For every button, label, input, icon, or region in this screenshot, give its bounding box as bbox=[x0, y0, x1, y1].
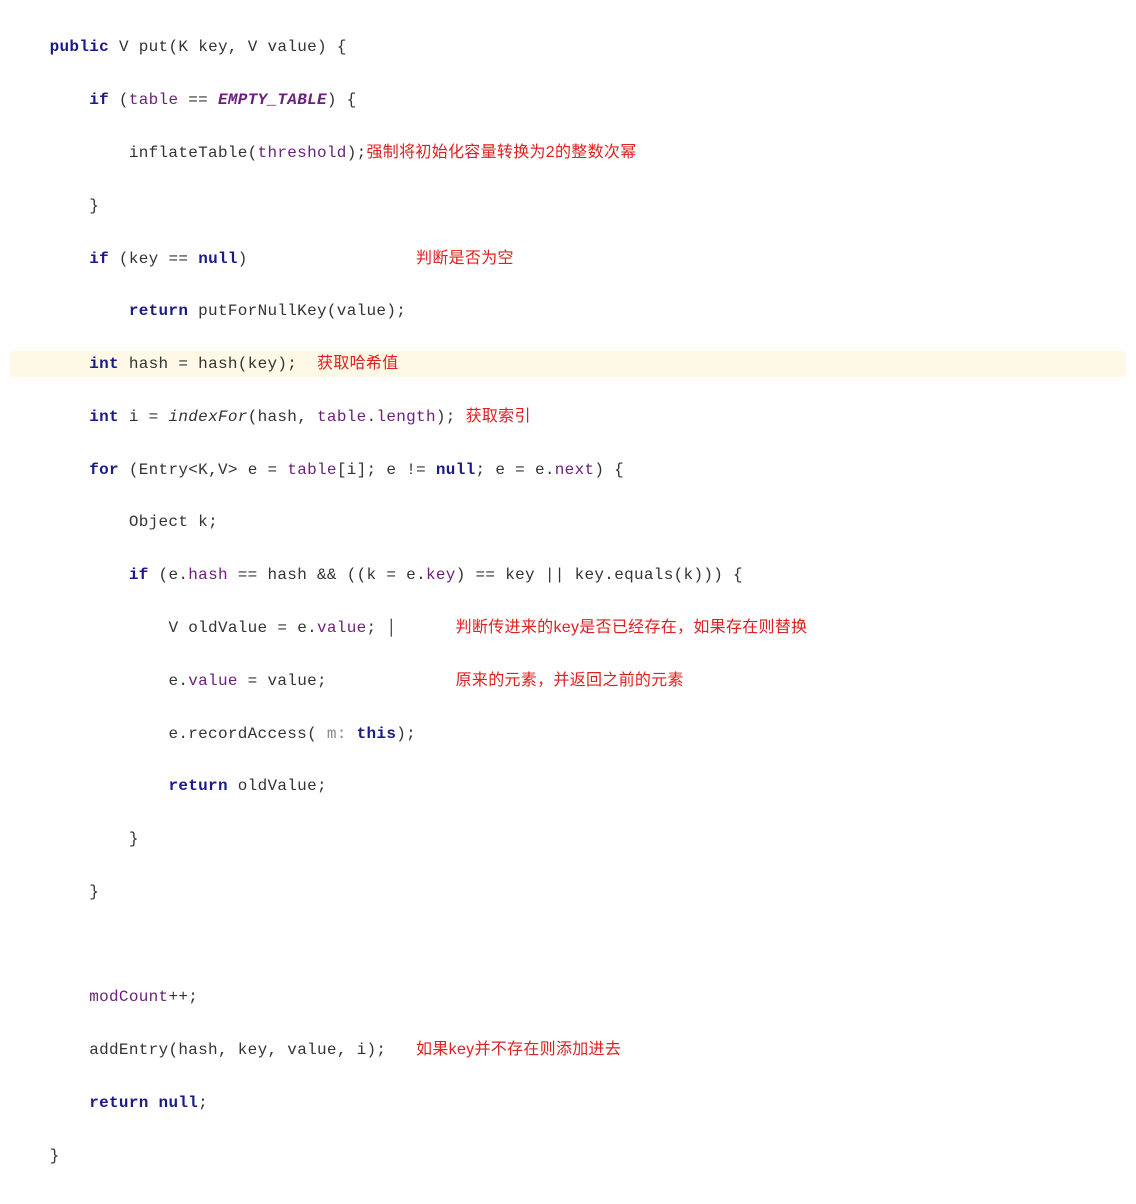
code-line: } bbox=[10, 193, 1126, 219]
keyword-public: public bbox=[50, 38, 109, 56]
annotation: 如果key并不存在则添加进去 bbox=[416, 1041, 621, 1058]
code-line: return null; bbox=[10, 1090, 1126, 1116]
code-line: if (e.hash == hash && ((k = e.key) == ke… bbox=[10, 562, 1126, 588]
code-line: return putForNullKey(value); bbox=[10, 298, 1126, 324]
text-cursor: │ bbox=[386, 619, 396, 637]
code-line: modCount++; bbox=[10, 984, 1126, 1010]
code-line: if (key == null) 判断是否为空 bbox=[10, 246, 1126, 272]
annotation: 判断是否为空 bbox=[416, 250, 514, 267]
annotation: 判断传进来的key是否已经存在，如果存在则替换 bbox=[456, 619, 808, 636]
code-line: return oldValue; bbox=[10, 773, 1126, 799]
code-line-highlighted: int hash = hash(key); 获取哈希值 bbox=[10, 351, 1126, 377]
code-line: int i = indexFor(hash, table.length); 获取… bbox=[10, 404, 1126, 430]
code-line: inflateTable(threshold);强制将初始化容量转换为2的整数次… bbox=[10, 140, 1126, 166]
annotation: 获取哈希值 bbox=[317, 355, 399, 372]
code-line: } bbox=[10, 1143, 1126, 1169]
annotation: 获取索引 bbox=[466, 408, 531, 425]
code-line: if (table == EMPTY_TABLE) { bbox=[10, 87, 1126, 113]
code-line bbox=[10, 932, 1126, 958]
code-line: Object k; bbox=[10, 509, 1126, 535]
code-line: } bbox=[10, 826, 1126, 852]
code-line: for (Entry<K,V> e = table[i]; e != null;… bbox=[10, 457, 1126, 483]
code-block: public V put(K key, V value) { if (table… bbox=[10, 8, 1126, 1196]
code-line: V oldValue = e.value; │ 判断传进来的key是否已经存在，… bbox=[10, 615, 1126, 641]
code-line: public V put(K key, V value) { bbox=[10, 34, 1126, 60]
code-line: e.recordAccess( m: this); bbox=[10, 721, 1126, 747]
code-line: addEntry(hash, key, value, i); 如果key并不存在… bbox=[10, 1037, 1126, 1063]
annotation: 原来的元素，并返回之前的元素 bbox=[456, 672, 684, 689]
code-line: } bbox=[10, 879, 1126, 905]
annotation: 强制将初始化容量转换为2的整数次幂 bbox=[367, 144, 637, 161]
parameter-hint: m: bbox=[327, 725, 347, 743]
code-line: e.value = value; 原来的元素，并返回之前的元素 bbox=[10, 668, 1126, 694]
